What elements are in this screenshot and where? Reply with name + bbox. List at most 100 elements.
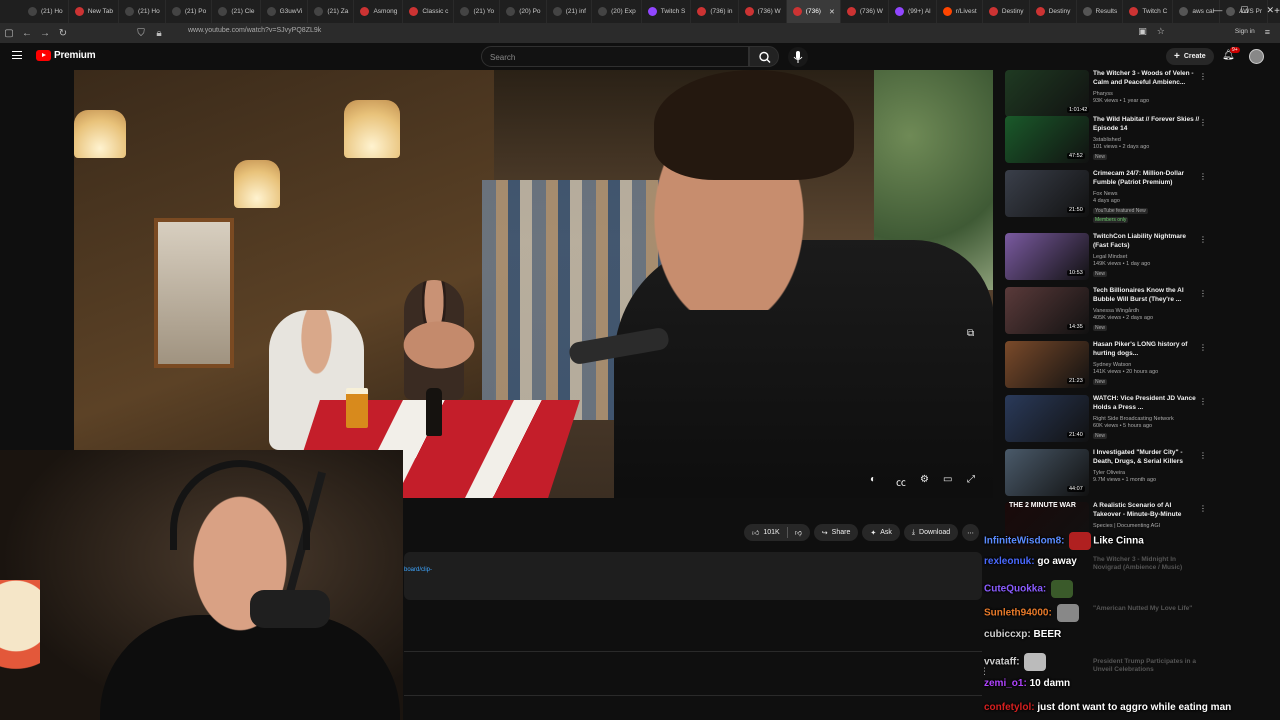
video-title[interactable]: The Witcher 3 - Woods of Velen - Calm an… xyxy=(1093,70,1201,87)
browser-tab[interactable]: (736) W xyxy=(841,0,890,23)
more-actions-button[interactable]: ⋯ xyxy=(962,524,980,541)
more-vertical-icon[interactable]: ⋮ xyxy=(1199,451,1207,460)
miniplayer-icon[interactable]: ⧉ xyxy=(967,328,974,339)
video-title[interactable]: A Realistic Scenario of AI Takeover - Mi… xyxy=(1093,502,1201,519)
thumbs-down-icon[interactable]: 👎︎ xyxy=(795,528,802,537)
recommended-video[interactable]: 44:07 I Investigated "Murder City" - Deat… xyxy=(1005,449,1207,499)
extension-icon[interactable]: ▣ xyxy=(1138,26,1147,37)
settings-gear-icon[interactable]: ⚙ xyxy=(920,474,929,485)
chat-username[interactable]: CuteQuokka: xyxy=(984,584,1046,595)
browser-tab[interactable]: (99+) Al xyxy=(889,0,937,23)
ask-button[interactable]: ✦ Ask xyxy=(862,524,900,541)
captions-icon[interactable]: ㏄ xyxy=(896,474,906,489)
browser-tab[interactable]: Classic c xyxy=(403,0,455,23)
recommended-video[interactable]: 1:01:42 The Witcher 3 - Woods of Velen - … xyxy=(1005,70,1207,120)
video-player[interactable]: ⧉ ◐ ㏄ ⚙ ▭ ⤢ xyxy=(74,70,993,498)
channel-name[interactable]: Legal Mindset xyxy=(1093,254,1127,260)
browser-tab[interactable]: r/Livest xyxy=(937,0,983,23)
create-button[interactable]: + Create xyxy=(1166,48,1214,65)
channel-name[interactable]: Vanessa Wingårdh xyxy=(1093,308,1139,314)
forward-icon[interactable]: → xyxy=(36,28,54,39)
sidebar-toggle-icon[interactable]: ▢ xyxy=(0,28,18,39)
chat-username[interactable]: rexleonuk: xyxy=(984,556,1035,567)
video-title[interactable]: TwitchCon Liability Nightmare (Fast Fact… xyxy=(1093,233,1201,250)
video-title[interactable]: Tech Billionaires Know the AI Bubble Wil… xyxy=(1093,287,1201,304)
chat-username[interactable]: zemi_o1: xyxy=(984,678,1027,689)
browser-tab[interactable]: Asmong xyxy=(354,0,404,23)
hamburger-menu-icon[interactable] xyxy=(12,51,22,59)
chat-username[interactable]: cubiccxp: xyxy=(984,629,1031,640)
browser-tab[interactable]: Destiny xyxy=(983,0,1030,23)
browser-tab[interactable]: (20) Exp xyxy=(592,0,642,23)
browser-tab[interactable]: Twitch C xyxy=(1123,0,1174,23)
browser-tab[interactable]: (21) Ho xyxy=(22,0,69,23)
recommended-video[interactable]: 14:35 Tech Billionaires Know the AI Bubbl… xyxy=(1005,287,1207,337)
channel-name[interactable]: Pharyss xyxy=(1093,91,1113,97)
browser-tab[interactable]: Twitch S xyxy=(642,0,692,23)
video-title[interactable]: Crimecam 24/7: Million-Dollar Fumble (Pa… xyxy=(1093,170,1201,187)
channel-name[interactable]: Fox News xyxy=(1093,191,1117,197)
channel-name[interactable]: Tyler Oliveira xyxy=(1093,470,1125,476)
download-button[interactable]: ⤓ Download xyxy=(903,524,959,541)
video-title[interactable]: I Investigated "Murder City" - Death, Dr… xyxy=(1093,449,1201,466)
video-title[interactable]: WATCH: Vice President JD Vance Holds a P… xyxy=(1093,395,1201,412)
browser-tab[interactable]: New Tab xyxy=(69,0,120,23)
youtube-premium-logo[interactable]: Premium xyxy=(36,50,96,61)
share-button[interactable]: ↪ Share xyxy=(813,524,859,541)
minimize-icon[interactable]: — xyxy=(1213,5,1222,16)
browser-tab[interactable]: (736) in xyxy=(691,0,739,23)
voice-search-button[interactable] xyxy=(788,47,808,67)
recommended-video[interactable]: 21:50 Crimecam 24/7: Million-Dollar Fumbl… xyxy=(1005,170,1207,223)
chat-username[interactable]: InfiniteWisdom8: xyxy=(984,536,1064,547)
fullscreen-icon[interactable]: ⤢ xyxy=(967,474,975,485)
video-title[interactable]: Hasan Piker's LONG history of hurting do… xyxy=(1093,341,1201,358)
back-icon[interactable]: ← xyxy=(18,28,36,39)
search-button[interactable] xyxy=(749,46,779,67)
search-input[interactable]: Search xyxy=(481,46,749,67)
recommended-video[interactable]: 21:40 WATCH: Vice President JD Vance Hold… xyxy=(1005,395,1207,445)
close-tab-icon[interactable]: ✕ xyxy=(829,8,835,16)
browser-tab[interactable]: (21) Po xyxy=(166,0,213,23)
maximize-icon[interactable]: ☐ xyxy=(1240,5,1248,16)
browser-tab[interactable]: (21) Za xyxy=(308,0,355,23)
more-vertical-icon[interactable]: ⋮ xyxy=(1199,343,1207,352)
channel-name[interactable]: Sydney Watson xyxy=(1093,362,1131,368)
channel-name[interactable]: Right Side Broadcasting Network xyxy=(1093,416,1174,422)
more-vertical-icon[interactable]: ⋮ xyxy=(1199,118,1207,127)
more-vertical-icon[interactable]: ⋮ xyxy=(1199,172,1207,181)
account-avatar[interactable] xyxy=(1249,49,1264,64)
recommended-video[interactable]: 47:52 The Wild Habitat // Forever Skies /… xyxy=(1005,116,1207,166)
more-vertical-icon[interactable]: ⋮ xyxy=(1199,504,1207,513)
browser-tab[interactable]: (20) Po xyxy=(500,0,547,23)
chat-username[interactable]: Sunleth94000: xyxy=(984,608,1052,619)
recommended-video[interactable]: 10:53 TwitchCon Liability Nightmare (Fast… xyxy=(1005,233,1207,283)
browser-tab[interactable]: (21) Ho xyxy=(119,0,166,23)
description-link[interactable]: board/clip- xyxy=(404,567,432,573)
sign-in-button[interactable]: Sign in xyxy=(1235,28,1255,35)
menu-icon[interactable]: ≡ xyxy=(1265,27,1270,37)
browser-tab[interactable]: Results xyxy=(1077,0,1124,23)
browser-tab[interactable]: G3uwVi xyxy=(261,0,309,23)
browser-tab[interactable]: (21) Yo xyxy=(454,0,501,23)
chat-username[interactable]: confetylol: xyxy=(984,702,1035,713)
autoplay-toggle[interactable]: ◐ xyxy=(870,474,876,485)
description-box[interactable] xyxy=(404,552,982,600)
more-vertical-icon[interactable]: ⋮ xyxy=(1199,72,1207,81)
bookmark-icon[interactable]: ☆ xyxy=(1157,26,1165,37)
browser-tab[interactable]: (21) Cle xyxy=(212,0,261,23)
address-bar[interactable]: www.youtube.com/watch?v=SJvyPQ8ZL9k xyxy=(188,27,321,34)
recommended-video[interactable]: 21:23 Hasan Piker's LONG history of hurti… xyxy=(1005,341,1207,391)
close-window-icon[interactable]: ✕ xyxy=(1266,5,1274,16)
browser-tab[interactable]: (736) W xyxy=(739,0,787,23)
chat-username[interactable]: vvataff: xyxy=(984,657,1020,668)
more-vertical-icon[interactable]: ⋮ xyxy=(1199,397,1207,406)
more-vertical-icon[interactable]: ⋮ xyxy=(1199,289,1207,298)
browser-tab[interactable]: (736) ✕ xyxy=(786,0,841,23)
reload-icon[interactable]: ↻ xyxy=(54,28,72,39)
browser-tab[interactable]: Destiny xyxy=(1030,0,1077,23)
shield-icon[interactable]: ⛉ xyxy=(132,28,150,39)
lock-icon[interactable]: 🔒︎ xyxy=(150,28,168,39)
video-title[interactable]: The Wild Habitat // Forever Skies // Epi… xyxy=(1093,116,1201,133)
like-button[interactable]: 👍︎ 101K 👎︎ xyxy=(744,524,810,541)
channel-name[interactable]: 3stablished xyxy=(1093,137,1121,143)
